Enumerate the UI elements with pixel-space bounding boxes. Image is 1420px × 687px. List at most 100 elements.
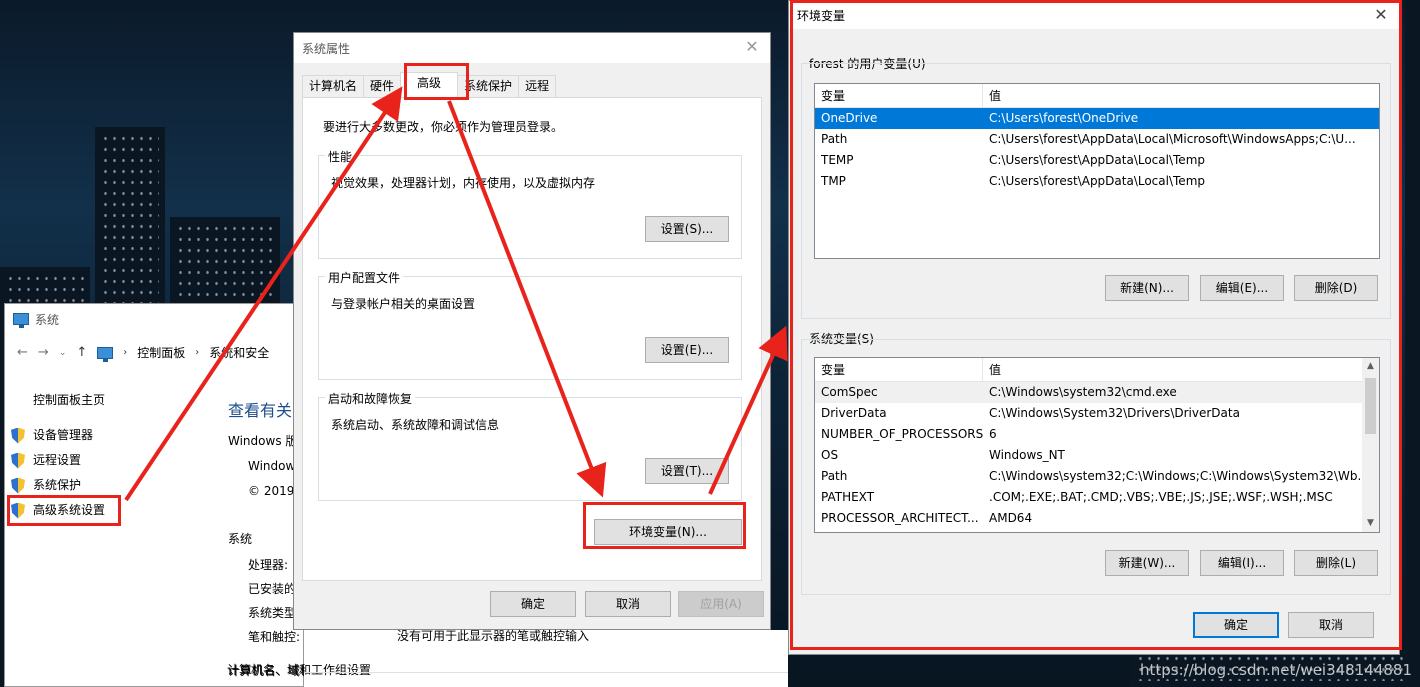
- table-row[interactable]: OneDrive C:\Users\forest\OneDrive: [815, 108, 1379, 129]
- system-vars-scrollbar[interactable]: ▲ ▼: [1362, 358, 1379, 532]
- sidebar-home-link[interactable]: 控制面板主页: [33, 391, 105, 408]
- var-name: OneDrive: [821, 111, 878, 125]
- system-properties-dialog: 系统属性 ✕ 计算机名 硬件 高级 系统保护 远程 要进行大多数更改，你必须作为…: [293, 32, 771, 630]
- tab-hardware[interactable]: 硬件: [363, 75, 402, 97]
- var-name: OS: [821, 448, 839, 462]
- sidebar-item-label: 远程设置: [33, 453, 82, 467]
- tab-remote[interactable]: 远程: [518, 75, 557, 97]
- table-row[interactable]: OS Windows_NT: [815, 445, 1362, 466]
- user-edit-button[interactable]: 编辑(E)...: [1200, 275, 1284, 301]
- info-value-pen-overlay: 没有可用于此显示器的笔或触控输入: [397, 629, 590, 643]
- monitor-icon: [13, 313, 29, 328]
- sidebar-item-protection[interactable]: 系统保护: [11, 476, 105, 501]
- forward-arrow-icon[interactable]: →: [38, 345, 49, 360]
- shield-icon: [11, 478, 25, 494]
- group-label: 启动和故障恢复: [325, 390, 416, 407]
- props-apply-button[interactable]: 应用(A): [678, 591, 764, 617]
- environment-variables-dialog: 环境变量 ✕ forest 的用户变量(U) 变量 值 OneDrive C:\U…: [788, 0, 1400, 655]
- divider: [304, 672, 788, 673]
- var-value: .COM;.EXE;.BAT;.CMD;.VBS;.VBE;.JS;.JSE;.…: [989, 490, 1333, 504]
- group-user-profiles: 用户配置文件 与登录帐户相关的桌面设置 设置(E)...: [318, 269, 742, 380]
- var-value: C:\Users\forest\OneDrive: [989, 111, 1139, 125]
- var-name: PROCESSOR_ARCHITECT...: [821, 511, 979, 525]
- scroll-thumb[interactable]: [1365, 378, 1376, 434]
- startup-settings-button[interactable]: 设置(T)...: [645, 458, 729, 484]
- system-vars-rows: ComSpec C:\Windows\system32\cmd.exe Drive…: [815, 382, 1362, 529]
- props-ok-button[interactable]: 确定: [490, 591, 576, 617]
- props-cancel-button[interactable]: 取消: [585, 591, 671, 617]
- group-desc: 系统启动、系统故障和调试信息: [331, 418, 500, 432]
- tab-system-protection[interactable]: 系统保护: [457, 75, 520, 97]
- tab-advanced[interactable]: 高级: [400, 72, 459, 97]
- profile-settings-button[interactable]: 设置(E)...: [645, 337, 729, 363]
- close-icon[interactable]: ✕: [1371, 5, 1391, 25]
- col-header-value[interactable]: 值: [983, 358, 1362, 381]
- table-row[interactable]: NUMBER_OF_PROCESSORS 6: [815, 424, 1362, 445]
- env-title: 环境变量: [797, 8, 846, 23]
- props-titlebar: 系统属性: [294, 33, 770, 63]
- monitor-icon: [97, 346, 114, 362]
- system-new-button[interactable]: 新建(W)...: [1105, 550, 1189, 576]
- chevron-down-icon[interactable]: ⌄: [59, 348, 67, 358]
- environment-variables-button[interactable]: 环境变量(N)...: [594, 519, 742, 545]
- sidebar-item-remote[interactable]: 远程设置: [11, 451, 105, 476]
- address-bar: ← → ⌄ ↑ › 控制面板 › 系统和安全: [17, 344, 269, 362]
- system-delete-button[interactable]: 删除(L): [1294, 550, 1378, 576]
- sidebar: 设备管理器 远程设置 系统保护 高级系统设置: [11, 426, 105, 526]
- list-header: 变量 值: [815, 358, 1362, 382]
- var-name: NUMBER_OF_PROCESSORS: [821, 427, 983, 441]
- shield-icon: [11, 503, 25, 519]
- table-row[interactable]: DriverData C:\Windows\System32\Drivers\Dr…: [815, 403, 1362, 424]
- group-label: 性能: [325, 148, 356, 165]
- close-icon[interactable]: ✕: [742, 37, 762, 57]
- system-edit-button[interactable]: 编辑(I)...: [1200, 550, 1284, 576]
- var-name: TEMP: [821, 153, 854, 167]
- col-header-variable[interactable]: 变量: [815, 84, 983, 107]
- var-value: C:\Users\forest\AppData\Local\Temp: [989, 153, 1205, 167]
- sidebar-item-device-manager[interactable]: 设备管理器: [11, 426, 105, 451]
- sidebar-item-advanced[interactable]: 高级系统设置: [11, 501, 105, 526]
- table-row[interactable]: ComSpec C:\Windows\system32\cmd.exe: [815, 382, 1362, 403]
- var-name: Path: [821, 469, 848, 483]
- section-computer-name-overlay: 计算机名、域和工作组设置: [227, 663, 372, 677]
- var-value: C:\Windows\system32;C:\Windows;C:\Window…: [989, 469, 1362, 483]
- tab-computer-name[interactable]: 计算机名: [302, 75, 365, 97]
- chevron-right-icon: ›: [195, 347, 200, 358]
- user-vars-list[interactable]: 变量 值 OneDrive C:\Users\forest\OneDrive Pa…: [814, 83, 1380, 259]
- shield-icon: [11, 453, 25, 469]
- chevron-right-icon: ›: [123, 347, 128, 358]
- env-cancel-button[interactable]: 取消: [1288, 612, 1374, 638]
- breadcrumb-system-security[interactable]: 系统和安全: [209, 344, 269, 361]
- scroll-up-icon[interactable]: ▲: [1362, 358, 1379, 375]
- group-desc: 与登录帐户相关的桌面设置: [331, 297, 476, 311]
- table-row[interactable]: TEMP C:\Users\forest\AppData\Local\Temp: [815, 150, 1379, 171]
- col-header-value[interactable]: 值: [983, 84, 1379, 107]
- table-row[interactable]: TMP C:\Users\forest\AppData\Local\Temp: [815, 171, 1379, 192]
- watermark-text: https://blog.csdn.net/wei348144881: [1139, 661, 1412, 679]
- var-name: TMP: [821, 174, 846, 188]
- table-row[interactable]: Path C:\Windows\system32;C:\Windows;C:\Wi…: [815, 466, 1362, 487]
- list-header: 变量 值: [815, 84, 1379, 108]
- table-row[interactable]: PATHEXT .COM;.EXE;.BAT;.CMD;.VBS;.VBE;.JS…: [815, 487, 1362, 508]
- windows-name: Window: [248, 459, 296, 473]
- var-value: 6: [989, 427, 997, 441]
- group-desc: 视觉效果，处理器计划，内存使用，以及虚拟内存: [331, 176, 596, 190]
- system-window: 系统 ← → ⌄ ↑ › 控制面板 › 系统和安全 控制面板主页 设备管理器 远…: [4, 303, 372, 687]
- user-new-button[interactable]: 新建(N)...: [1105, 275, 1189, 301]
- sidebar-item-label: 设备管理器: [33, 428, 94, 442]
- back-arrow-icon[interactable]: ←: [17, 345, 28, 360]
- table-row[interactable]: PROCESSOR_ARCHITECT... AMD64: [815, 508, 1362, 529]
- windows-edition-label: Windows 版: [228, 434, 298, 448]
- breadcrumb-control-panel[interactable]: 控制面板: [137, 344, 185, 361]
- env-titlebar: 环境变量: [789, 1, 1399, 29]
- var-value: AMD64: [989, 511, 1033, 525]
- up-arrow-icon[interactable]: ↑: [76, 345, 87, 360]
- scroll-down-icon[interactable]: ▼: [1362, 515, 1379, 532]
- system-vars-list[interactable]: 变量 值 ComSpec C:\Windows\system32\cmd.exe …: [814, 357, 1380, 533]
- env-ok-button[interactable]: 确定: [1193, 612, 1279, 638]
- col-header-variable[interactable]: 变量: [815, 358, 983, 381]
- table-row[interactable]: Path C:\Users\forest\AppData\Local\Micros…: [815, 129, 1379, 150]
- var-value: C:\Windows\system32\cmd.exe: [989, 385, 1177, 399]
- performance-settings-button[interactable]: 设置(S)...: [645, 216, 729, 242]
- user-delete-button[interactable]: 删除(D): [1294, 275, 1378, 301]
